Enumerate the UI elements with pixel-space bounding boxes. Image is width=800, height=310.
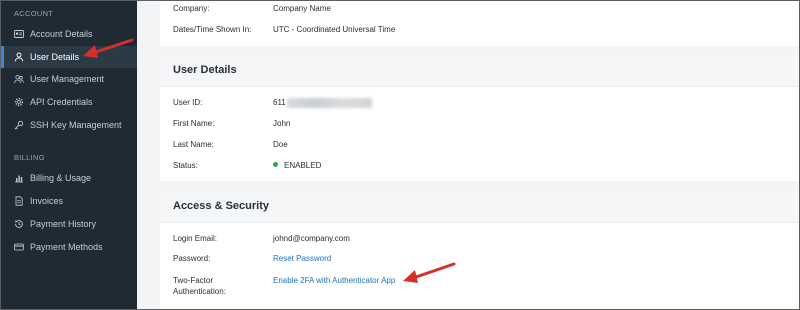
sidebar-item-label: User Details bbox=[30, 52, 80, 62]
status-label: Status: bbox=[173, 161, 198, 170]
main-content: Company: Company Name Dates/Time Shown I… bbox=[137, 1, 799, 309]
access-security-title: Access & Security bbox=[160, 190, 799, 223]
user-icon bbox=[14, 52, 24, 62]
sidebar-item-payment-history[interactable]: Payment History bbox=[1, 213, 137, 235]
user-details-title: User Details bbox=[160, 54, 799, 87]
reset-password-link[interactable]: Reset Password bbox=[273, 253, 331, 264]
company-card: Company: Company Name Dates/Time Shown I… bbox=[160, 1, 799, 46]
status-dot-icon bbox=[273, 162, 278, 168]
bar-chart-icon bbox=[14, 173, 24, 183]
user-id-label: User ID: bbox=[173, 98, 203, 107]
status-text: ENABLED bbox=[284, 161, 322, 170]
history-icon bbox=[14, 219, 24, 229]
login-email-label: Login Email: bbox=[173, 234, 218, 243]
password-label: Password: bbox=[173, 254, 211, 263]
sidebar-item-label: SSH Key Management bbox=[30, 120, 122, 130]
first-name-value: John bbox=[273, 119, 291, 128]
sidebar-item-label: Payment Methods bbox=[30, 242, 103, 252]
id-card-icon bbox=[14, 29, 24, 39]
section-title-account: ACCOUNT bbox=[14, 9, 54, 18]
sidebar-item-label: API Credentials bbox=[30, 97, 93, 107]
two-factor-label-line2: Authentication: bbox=[173, 287, 226, 296]
document-icon bbox=[14, 196, 24, 206]
key-icon bbox=[14, 120, 24, 130]
company-value: Company Name bbox=[273, 4, 331, 13]
sidebar-item-label: Payment History bbox=[30, 219, 97, 229]
sidebar-item-user-details[interactable]: User Details bbox=[1, 46, 137, 68]
credit-card-icon bbox=[14, 242, 24, 252]
timezone-value: UTC - Coordinated Universal Time bbox=[273, 25, 396, 34]
two-factor-label: Two-Factor Authentication: bbox=[173, 275, 273, 297]
access-security-card: Access & Security Login Email: johnd@com… bbox=[160, 190, 799, 309]
sidebar-item-ssh-key-management[interactable]: SSH Key Management bbox=[1, 114, 137, 136]
last-name-value: Doe bbox=[273, 140, 288, 149]
redacted-blur bbox=[286, 97, 372, 108]
sidebar-item-label: User Management bbox=[30, 74, 105, 84]
sidebar-item-api-credentials[interactable]: API Credentials bbox=[1, 91, 137, 113]
sidebar-item-label: Billing & Usage bbox=[30, 173, 92, 183]
gear-icon bbox=[14, 97, 24, 107]
user-details-card: User Details User ID: 611 First Name: Jo… bbox=[160, 54, 799, 181]
status-value: ENABLED bbox=[273, 160, 321, 171]
sidebar-item-account-details[interactable]: Account Details bbox=[1, 23, 137, 45]
login-email-value: johnd@company.com bbox=[273, 234, 350, 243]
section-title-billing: BILLING bbox=[14, 153, 45, 162]
first-name-label: First Name: bbox=[173, 119, 215, 128]
sidebar-item-label: Account Details bbox=[30, 29, 93, 39]
sidebar-item-user-management[interactable]: User Management bbox=[1, 68, 137, 90]
enable-2fa-link[interactable]: Enable 2FA with Authenticator App bbox=[273, 275, 395, 286]
timezone-label: Dates/Time Shown In: bbox=[173, 25, 252, 34]
last-name-label: Last Name: bbox=[173, 140, 214, 149]
company-label: Company: bbox=[173, 4, 210, 13]
two-factor-label-line1: Two-Factor bbox=[173, 276, 214, 285]
user-id-value: 611 bbox=[273, 97, 372, 108]
sidebar-item-billing-usage[interactable]: Billing & Usage bbox=[1, 167, 137, 189]
sidebar: ACCOUNT Account Details User Details Use… bbox=[1, 1, 137, 309]
sidebar-item-invoices[interactable]: Invoices bbox=[1, 190, 137, 212]
users-icon bbox=[14, 74, 24, 84]
sidebar-item-payment-methods[interactable]: Payment Methods bbox=[1, 236, 137, 258]
sidebar-item-label: Invoices bbox=[30, 196, 64, 206]
user-id-visible: 611 bbox=[273, 98, 286, 107]
